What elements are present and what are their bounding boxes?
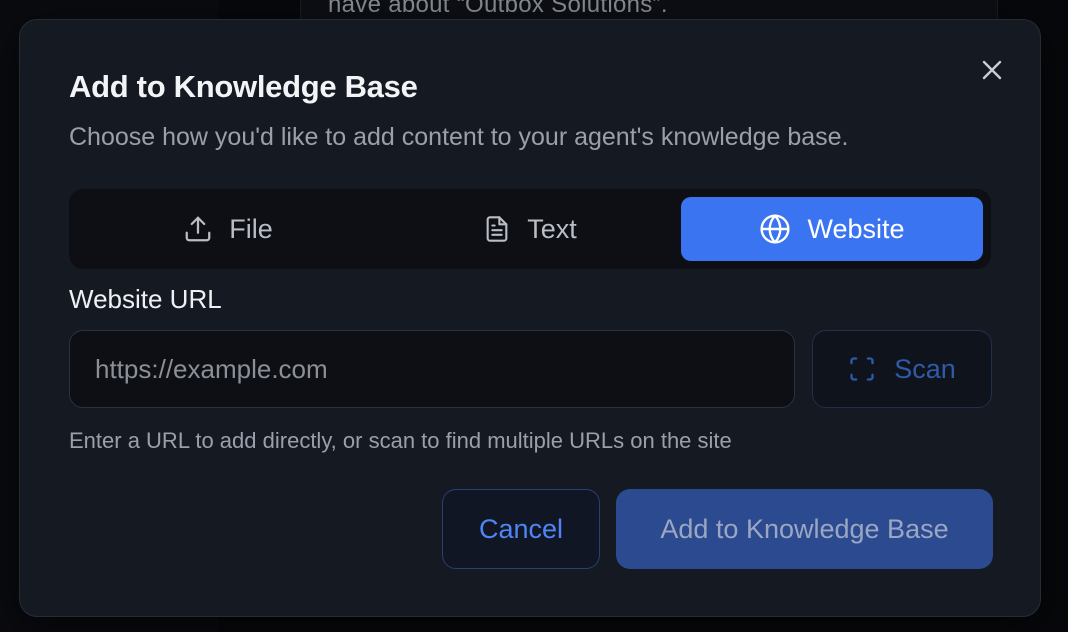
website-url-input[interactable] xyxy=(69,330,795,408)
close-button[interactable] xyxy=(976,54,1008,86)
tab-file[interactable]: File xyxy=(77,197,379,261)
knowledge-base-dialog: Add to Knowledge Base Choose how you'd l… xyxy=(19,19,1041,617)
url-helper-text: Enter a URL to add directly, or scan to … xyxy=(69,428,732,453)
source-tabs: File Text Website xyxy=(69,189,991,269)
cancel-button[interactable]: Cancel xyxy=(442,489,600,569)
upload-icon xyxy=(185,216,211,242)
website-url-label: Website URL xyxy=(69,284,222,314)
tab-text[interactable]: Text xyxy=(379,197,681,261)
dialog-title: Add to Knowledge Base xyxy=(69,69,418,104)
scan-button-label: Scan xyxy=(894,353,956,384)
add-to-knowledge-base-button[interactable]: Add to Knowledge Base xyxy=(616,489,993,569)
tab-website-label: Website xyxy=(807,213,905,244)
background-message-text: have about “Outbox Solutions”. xyxy=(328,0,668,18)
scan-button[interactable]: Scan xyxy=(812,330,992,408)
globe-icon xyxy=(760,214,791,244)
tab-file-label: File xyxy=(229,213,273,244)
scan-icon xyxy=(850,357,874,381)
document-icon xyxy=(486,216,508,242)
tab-text-label: Text xyxy=(527,213,577,244)
tab-website[interactable]: Website xyxy=(681,197,983,261)
dialog-subtitle: Choose how you'd like to add content to … xyxy=(69,123,849,151)
close-icon xyxy=(982,60,1002,80)
